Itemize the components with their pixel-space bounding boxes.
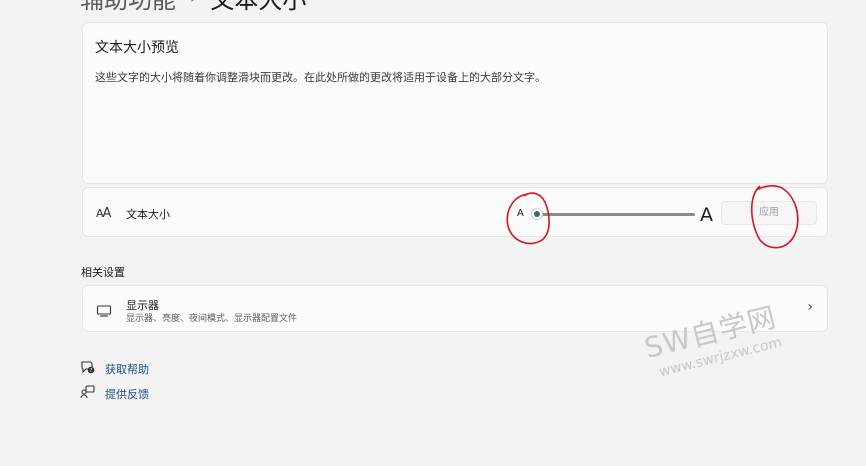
breadcrumb: 辅助功能 › 文本大小 (80, 0, 306, 15)
apply-button[interactable]: 应用 (721, 201, 817, 225)
give-feedback-link[interactable]: 提供反馈 (80, 384, 149, 403)
get-help-link[interactable]: ? 获取帮助 (80, 359, 149, 378)
preview-text: 这些文字的大小将随着你调整滑块而更改。在此处所做的更改将适用于设备上的大部分文字… (95, 71, 546, 84)
text-size-setting-row: AA 文本大小 A A 应用 (82, 187, 828, 237)
related-settings-heading: 相关设置 (81, 266, 125, 279)
feedback-icon (80, 384, 95, 403)
text-size-icon: AA (96, 206, 111, 221)
chevron-right-icon: › (807, 299, 813, 315)
text-size-label: 文本大小 (126, 208, 170, 221)
get-help-label[interactable]: 获取帮助 (105, 361, 149, 377)
display-settings-link[interactable]: 显示器 显示器、亮度、夜间模式、显示器配置文件 › (82, 285, 828, 332)
monitor-icon (96, 302, 112, 321)
text-size-slider-track[interactable] (537, 213, 695, 216)
give-feedback-label[interactable]: 提供反馈 (105, 386, 149, 402)
text-size-slider-thumb[interactable] (531, 208, 543, 220)
breadcrumb-parent[interactable]: 辅助功能 (80, 0, 176, 15)
svg-text:?: ? (90, 368, 93, 374)
watermark-sub: www.swrjzxw.com (657, 334, 784, 381)
text-size-preview-card: 文本大小预览 这些文字的大小将随着你调整滑块而更改。在此处所做的更改将适用于设备… (82, 22, 828, 184)
help-icon: ? (80, 359, 95, 378)
breadcrumb-separator: › (190, 0, 196, 7)
slider-min-label: A (517, 208, 524, 219)
display-subtitle: 显示器、亮度、夜间模式、显示器配置文件 (126, 314, 298, 324)
page-title: 文本大小 (210, 0, 306, 15)
slider-max-label: A (700, 204, 713, 226)
preview-title: 文本大小预览 (95, 40, 179, 56)
